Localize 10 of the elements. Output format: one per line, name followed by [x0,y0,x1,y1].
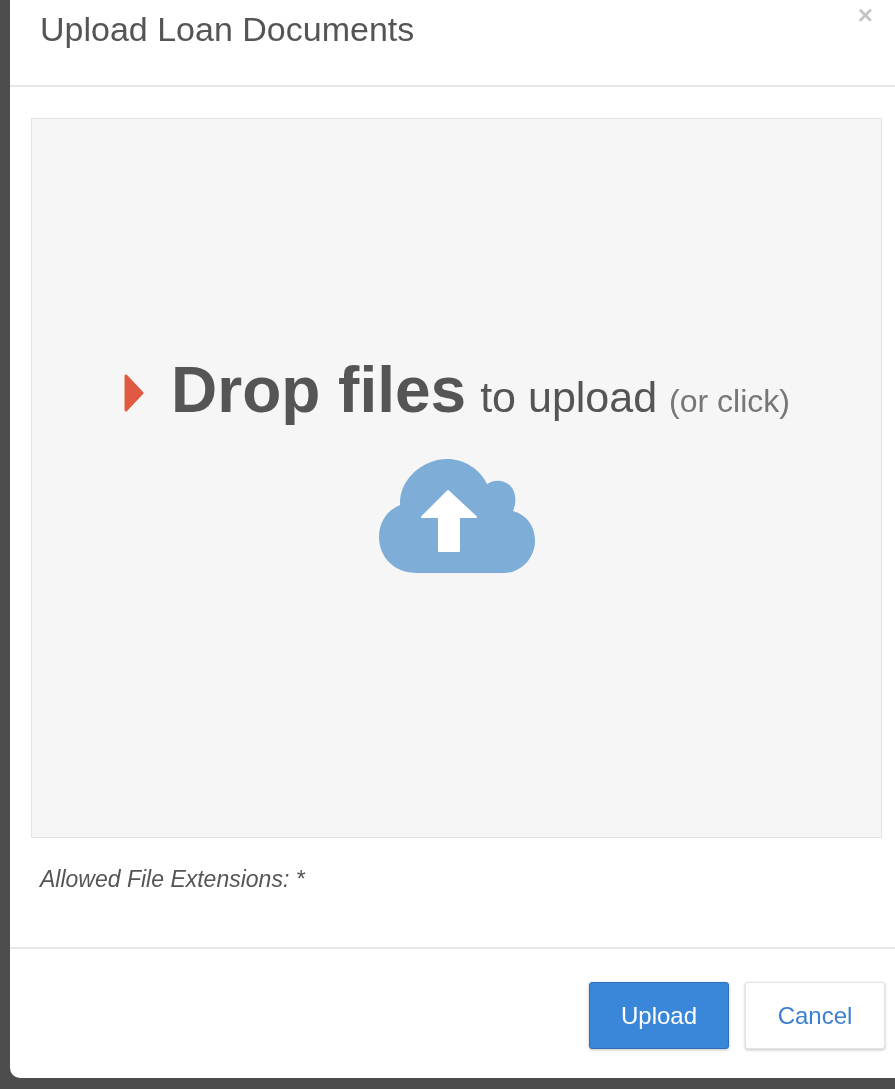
dialog-title: Upload Loan Documents [40,9,415,50]
cloud-upload-icon [378,459,535,573]
drop-heading: Drop files [171,353,467,427]
triangle-icon [123,373,145,413]
upload-button[interactable]: Upload [589,982,729,1049]
allowed-extensions-note: Allowed File Extensions: * [40,866,306,893]
drop-zone[interactable]: Drop files to upload (or click) [31,118,882,838]
drop-hint: (or click) [669,383,790,420]
drop-text: to upload [480,373,658,422]
cancel-button[interactable]: Cancel [745,982,885,1049]
